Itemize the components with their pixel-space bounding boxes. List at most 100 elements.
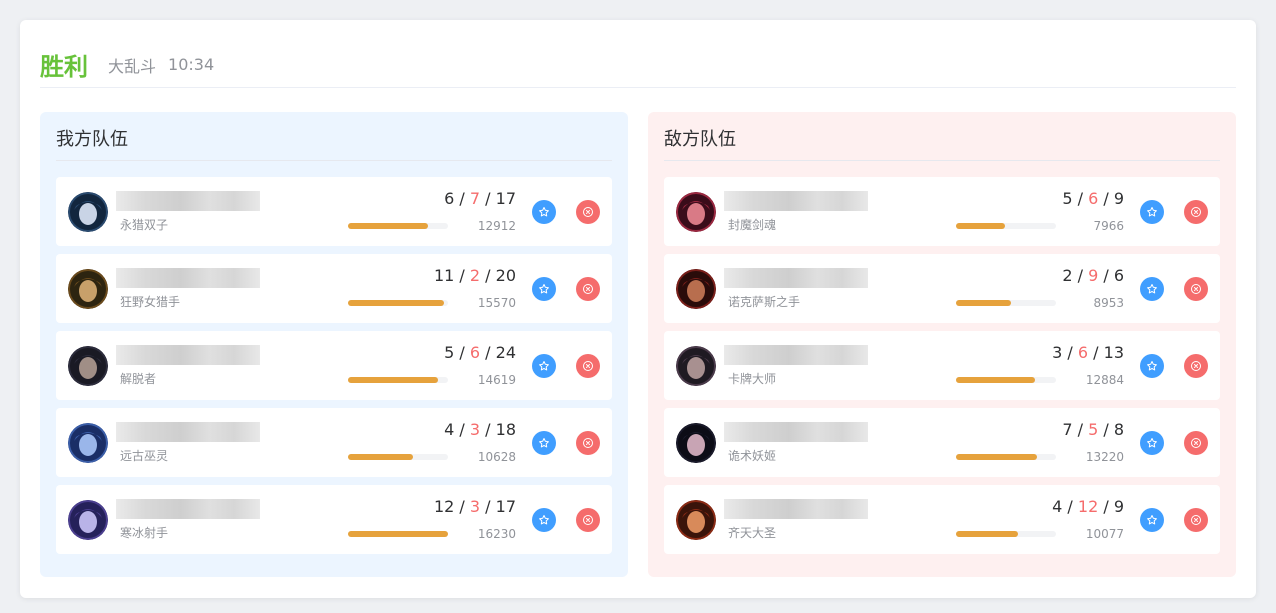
player-list: 永猎双子 6 / 7 / 17 12912 狂野女猎手 11 / 2 / 20 … <box>56 177 612 562</box>
close-circle-icon <box>1191 284 1201 294</box>
damage-value: 16230 <box>477 527 516 541</box>
close-circle-icon <box>583 515 593 525</box>
close-circle-icon <box>1191 515 1201 525</box>
kills: 7 <box>1062 420 1073 439</box>
kda: 5 / 6 / 9 <box>1062 189 1124 208</box>
report-button[interactable] <box>1184 354 1208 378</box>
favorite-button[interactable] <box>532 277 556 301</box>
kills: 5 <box>1062 189 1073 208</box>
favorite-button[interactable] <box>1140 431 1164 455</box>
champion-name: 解脱者 <box>120 372 157 386</box>
kda: 2 / 9 / 6 <box>1062 266 1124 285</box>
sylas-portrait <box>68 346 108 386</box>
favorite-button[interactable] <box>1140 354 1164 378</box>
damage-bar-fill <box>348 223 428 229</box>
player-list: 封魔剑魂 5 / 6 / 9 7966 诺克萨斯之手 2 / 9 / 6 895… <box>664 177 1220 562</box>
assists: 18 <box>495 420 516 439</box>
assists: 6 <box>1113 266 1124 285</box>
deaths: 2 <box>469 266 481 285</box>
deaths: 12 <box>1077 497 1099 516</box>
star-icon <box>539 515 549 525</box>
kills: 11 <box>433 266 455 285</box>
report-button[interactable] <box>576 277 600 301</box>
report-button[interactable] <box>1184 200 1208 224</box>
ashe-portrait <box>68 500 108 540</box>
kda: 11 / 2 / 20 <box>433 266 516 285</box>
damage-value: 12884 <box>1085 373 1124 387</box>
report-button[interactable] <box>1184 277 1208 301</box>
kda: 7 / 5 / 8 <box>1062 420 1124 439</box>
report-button[interactable] <box>1184 508 1208 532</box>
kills: 6 <box>444 189 455 208</box>
champion-name: 诺克萨斯之手 <box>728 295 801 309</box>
kills: 4 <box>1052 497 1063 516</box>
favorite-button[interactable] <box>532 431 556 455</box>
player-row: 狂野女猎手 11 / 2 / 20 15570 <box>56 254 612 323</box>
match-result-card: 胜利 大乱斗 10:34 我方队伍 永猎双子 6 / 7 / 17 12912 <box>20 20 1256 598</box>
player-row: 寒冰射手 12 / 3 / 17 16230 <box>56 485 612 554</box>
player-name-blurred <box>724 422 868 442</box>
kindred-portrait <box>68 192 108 232</box>
damage-bar-fill <box>348 531 448 537</box>
favorite-button[interactable] <box>1140 508 1164 532</box>
report-button[interactable] <box>1184 431 1208 455</box>
report-button[interactable] <box>576 354 600 378</box>
damage-value: 12912 <box>477 219 516 233</box>
damage-bar-fill <box>348 377 438 383</box>
deaths: 6 <box>1088 189 1099 208</box>
report-button[interactable] <box>576 431 600 455</box>
match-duration: 10:34 <box>168 55 215 74</box>
player-name-blurred <box>116 268 260 288</box>
player-name-blurred <box>724 499 868 519</box>
assists: 17 <box>495 497 516 516</box>
damage-bar-fill <box>348 454 413 460</box>
star-icon <box>1147 207 1157 217</box>
player-name-blurred <box>116 422 260 442</box>
player-name-blurred <box>116 499 260 519</box>
damage-bar <box>956 454 1056 460</box>
favorite-button[interactable] <box>1140 200 1164 224</box>
player-row: 齐天大圣 4 / 12 / 9 10077 <box>664 485 1220 554</box>
star-icon <box>539 207 549 217</box>
star-icon <box>1147 361 1157 371</box>
favorite-button[interactable] <box>532 508 556 532</box>
damage-bar-fill <box>956 531 1018 537</box>
champion-name: 齐天大圣 <box>728 526 777 540</box>
report-button[interactable] <box>576 508 600 532</box>
favorite-button[interactable] <box>532 354 556 378</box>
damage-bar <box>956 531 1056 537</box>
player-name-blurred <box>724 191 868 211</box>
report-button[interactable] <box>576 200 600 224</box>
player-row: 永猎双子 6 / 7 / 17 12912 <box>56 177 612 246</box>
assists: 17 <box>495 189 516 208</box>
leblanc-portrait <box>676 423 716 463</box>
damage-bar <box>348 377 448 383</box>
star-icon <box>1147 515 1157 525</box>
deaths: 6 <box>469 343 481 362</box>
champion-name: 永猎双子 <box>120 218 169 232</box>
close-circle-icon <box>583 207 593 217</box>
match-header: 胜利 大乱斗 10:34 <box>40 42 1236 88</box>
kda: 5 / 6 / 24 <box>444 343 516 362</box>
champion-name: 狂野女猎手 <box>120 295 181 309</box>
favorite-button[interactable] <box>1140 277 1164 301</box>
kda: 4 / 12 / 9 <box>1052 497 1124 516</box>
damage-value: 8953 <box>1093 296 1124 310</box>
damage-bar-fill <box>956 377 1035 383</box>
team-title: 敌方队伍 <box>664 128 1220 161</box>
kills: 12 <box>433 497 455 516</box>
damage-bar <box>348 223 448 229</box>
player-name-blurred <box>116 191 260 211</box>
kda: 6 / 7 / 17 <box>444 189 516 208</box>
kills: 4 <box>444 420 455 439</box>
favorite-button[interactable] <box>532 200 556 224</box>
star-icon <box>539 438 549 448</box>
damage-bar <box>348 300 448 306</box>
damage-bar-fill <box>956 300 1011 306</box>
damage-bar <box>956 377 1056 383</box>
damage-bar-fill <box>348 300 444 306</box>
player-name-blurred <box>724 268 868 288</box>
star-icon <box>1147 284 1157 294</box>
damage-value: 14619 <box>477 373 516 387</box>
kills: 2 <box>1062 266 1073 285</box>
